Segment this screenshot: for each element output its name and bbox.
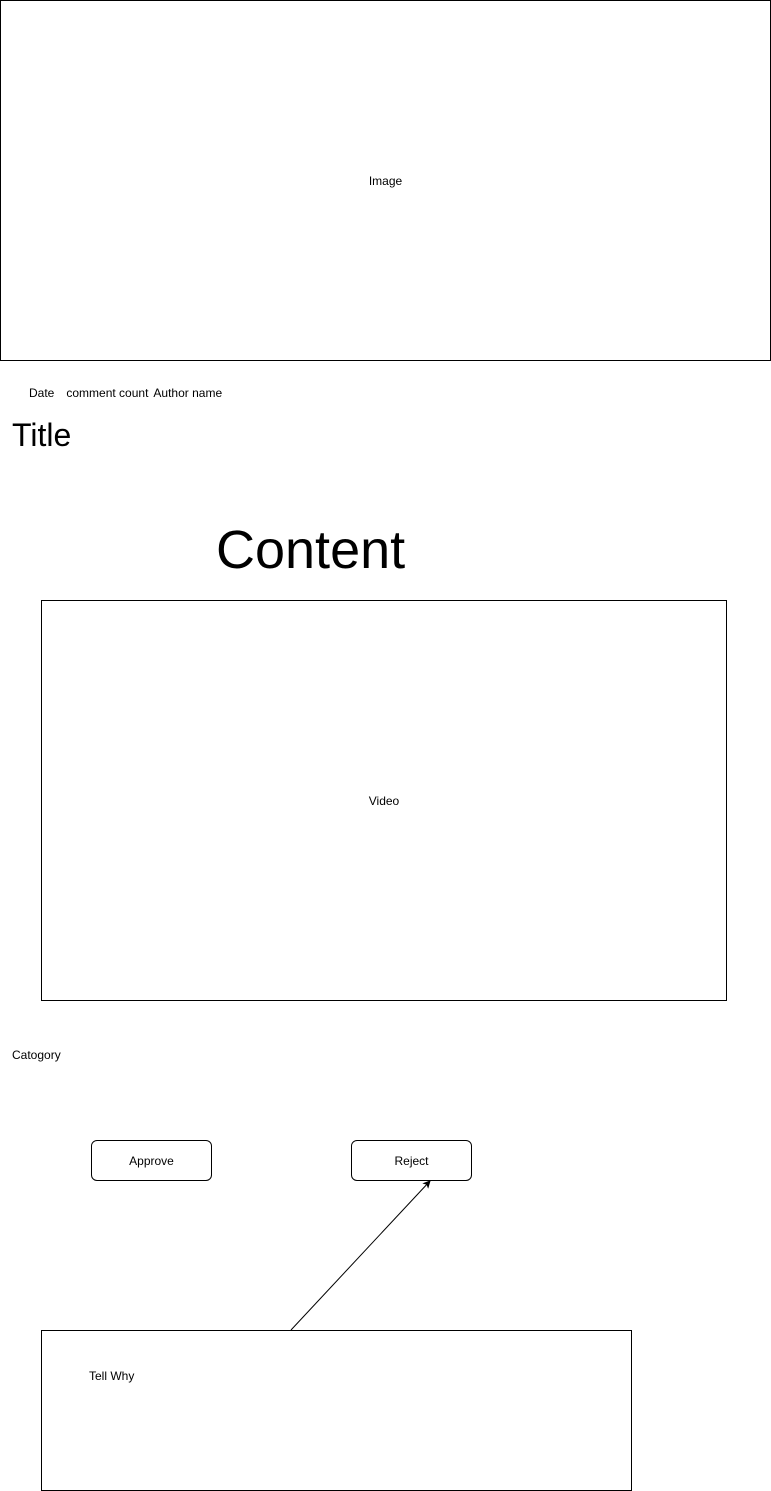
post-content: Content [216,520,406,580]
comment-count: comment count [66,386,149,400]
image-placeholder: Image [0,0,771,361]
approve-button[interactable]: Approve [91,1140,212,1181]
post-title: Title [12,417,72,453]
author-name: Author name [153,386,223,400]
reject-reason-box[interactable]: Tell Why [41,1330,632,1491]
post-date: Date [29,386,55,400]
reject-reason-label: Tell Why [89,1369,135,1383]
image-placeholder-label: Image [368,173,403,188]
post-category: Catogory [12,1048,61,1062]
reject-button[interactable]: Reject [351,1140,472,1181]
post-meta: Date comment count Author name [29,386,222,400]
video-placeholder-label: Video [368,793,400,808]
video-placeholder[interactable]: Video [41,600,727,1001]
